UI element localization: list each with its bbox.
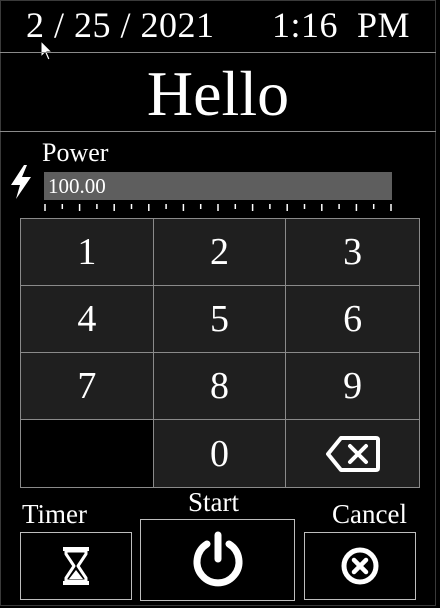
numeric-keypad: 1 2 3 4 5 6 7 8 9 0: [20, 218, 420, 488]
key-2[interactable]: 2: [153, 219, 287, 286]
key-6[interactable]: 6: [286, 286, 419, 353]
power-value: 100.00: [48, 174, 106, 198]
key-1[interactable]: 1: [21, 219, 154, 286]
status-header: 2 / 25 / 2021 1:16 PM: [0, 0, 440, 52]
timer-button[interactable]: [20, 532, 132, 600]
key-4[interactable]: 4: [21, 286, 154, 353]
key-9[interactable]: 9: [286, 353, 419, 420]
key-5[interactable]: 5: [153, 286, 287, 353]
start-label: Start: [188, 487, 239, 517]
power-icon: [193, 531, 242, 587]
cancel-circle-x-icon: [341, 547, 379, 585]
power-scale-ticks: [44, 204, 392, 211]
key-0[interactable]: 0: [153, 420, 287, 487]
time-display: 1:16 PM: [271, 5, 410, 45]
cancel-button[interactable]: [304, 532, 416, 600]
greeting-title: Hello: [146, 58, 290, 129]
hourglass-icon: [63, 547, 89, 585]
start-button[interactable]: [140, 519, 295, 601]
backspace-icon: [325, 435, 380, 472]
power-label: Power: [42, 138, 109, 167]
divider-top: [0, 52, 436, 53]
lightning-bolt-icon: [11, 165, 31, 199]
key-3[interactable]: 3: [286, 219, 419, 286]
backspace-button[interactable]: [286, 420, 419, 487]
key-7[interactable]: 7: [21, 353, 154, 420]
divider-middle: [0, 131, 436, 132]
cancel-label: Cancel: [332, 499, 407, 529]
power-slider[interactable]: 100.00: [44, 172, 392, 200]
key-8[interactable]: 8: [153, 353, 287, 420]
timer-label: Timer: [22, 499, 88, 529]
key-blank: [21, 420, 154, 487]
date-display: 2 / 25 / 2021: [26, 5, 215, 45]
